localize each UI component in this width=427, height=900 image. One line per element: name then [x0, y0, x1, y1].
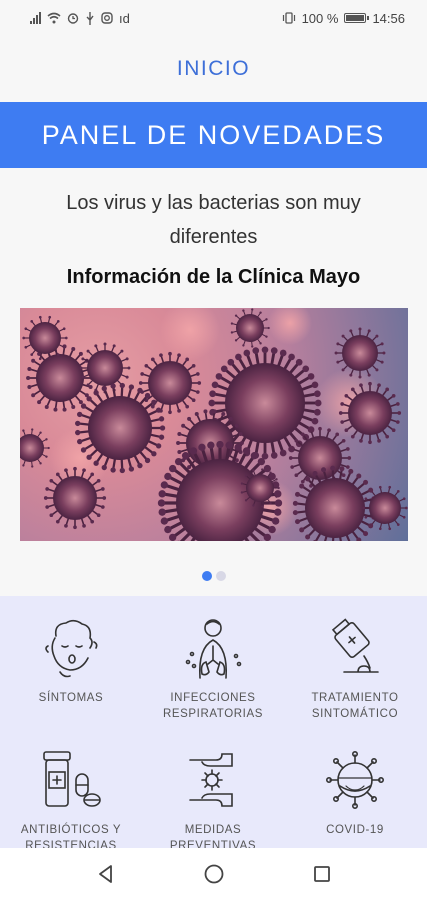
app-header: INICIO: [0, 36, 427, 102]
category-label: SÍNTOMAS: [38, 692, 104, 704]
recents-button[interactable]: [302, 854, 342, 894]
back-icon: [98, 865, 112, 883]
carousel-dot[interactable]: [215, 571, 226, 581]
sick-face-icon: [45, 619, 98, 678]
carousel-dots[interactable]: [0, 571, 427, 581]
instagram-icon: [101, 12, 113, 24]
system-nav-bar: [0, 848, 427, 900]
usb-icon: [86, 11, 94, 25]
virus-particle: [20, 428, 50, 468]
medicine-bottle-icon: [331, 618, 379, 673]
category-medidas-preventivas[interactable]: MEDIDAS PREVENTIVAS: [142, 748, 284, 854]
vibrate-icon: [282, 12, 295, 24]
signal-icon: [30, 12, 41, 24]
category-antibioticos-resistencias[interactable]: ANTIBIÓTICOS Y RESISTENCIAS: [0, 748, 142, 854]
home-icon: [204, 864, 223, 884]
coronavirus-icon: [325, 750, 384, 809]
pill-bottle-icon: [43, 751, 101, 807]
hands-virus-icon: [189, 753, 233, 807]
home-button[interactable]: [194, 854, 234, 894]
category-label: INFECCIONES RESPIRATORIAS: [162, 692, 264, 720]
virus-particle: [22, 315, 68, 361]
recents-icon: [313, 866, 330, 882]
news-panel-banner: PANEL DE NOVEDADES: [0, 102, 427, 168]
back-button[interactable]: [86, 854, 126, 894]
battery-fill: [346, 15, 365, 21]
carousel-dot-active[interactable]: [201, 571, 212, 581]
battery-percent: 100 %: [301, 10, 339, 26]
category-label: COVID-19: [326, 824, 384, 836]
status-right: 100 % 14:56: [282, 11, 405, 26]
category-covid-19[interactable]: COVID-19: [284, 748, 426, 838]
clock: 14:56: [372, 10, 405, 26]
virus-particle: [334, 327, 386, 379]
news-image-virus[interactable]: [20, 308, 408, 541]
status-left: ıd: [30, 11, 130, 26]
category-label: TRATAMIENTO SINTOMÁTICO: [311, 692, 399, 720]
news-panel-title: PANEL DE NOVEDADES: [41, 119, 386, 150]
page-title: INICIO: [176, 57, 251, 80]
status-bar: ıd 100 % 14:56: [0, 0, 427, 36]
virus-illustration: [20, 308, 408, 541]
lungs-icon: [185, 619, 242, 679]
category-sintomas[interactable]: SÍNTOMAS: [0, 616, 142, 706]
alarm-icon: [67, 13, 79, 24]
category-infecciones-respiratorias[interactable]: INFECCIONES RESPIRATORIAS: [142, 616, 284, 722]
virus-particle: [230, 308, 270, 348]
battery-icon: [344, 13, 370, 23]
virus-particle: [138, 351, 202, 415]
wifi-icon: [47, 12, 61, 24]
virus-particle: [362, 485, 408, 531]
category-tratamiento-sintomatico[interactable]: TRATAMIENTO SINTOMÁTICO: [284, 616, 426, 722]
category-grid: SÍNTOMAS INFECCIONES RESPIRATORIAS TRATA…: [0, 596, 427, 852]
news-headline[interactable]: Los virus y las bacterias son muy difere…: [40, 186, 387, 254]
status-indicators: ıd: [119, 10, 130, 26]
news-source: Información de la Clínica Mayo: [66, 266, 361, 288]
